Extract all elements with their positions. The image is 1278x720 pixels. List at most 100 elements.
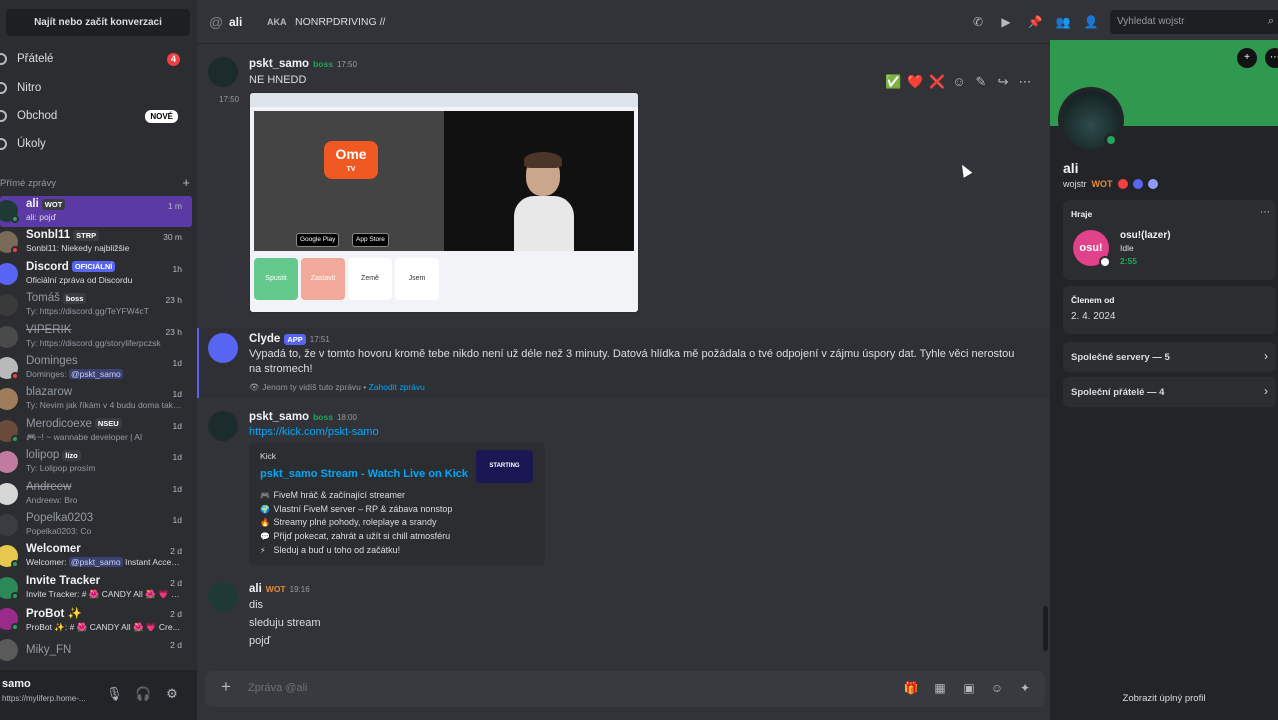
dm-time: 1d [172,420,182,431]
globe-icon: 🌍 [260,504,270,514]
dm-item-miky-fn[interactable]: Miky_FN 2 d [0,635,192,666]
chat-scrollbar[interactable] [1043,606,1048,651]
profile-username-row: wojstr WOT [1063,179,1158,189]
message-input-placeholder[interactable]: Zpráva @ali [248,682,307,694]
nav-quests[interactable]: Úkoly [0,130,192,158]
avatar [0,482,18,505]
dm-item-ali[interactable]: ali WOT ali: pojď 1 m [0,196,192,228]
friends-icon [0,53,7,65]
dm-item-blazarow[interactable]: blazarow Ty: Nevim jak říkám v 4 budu dom… [0,384,192,415]
dm-item-viperik[interactable]: VIPERIK Ty: https://discord.gg/storylifer… [0,322,192,353]
member-since-card: Členem od 2. 4. 2024 [1063,286,1276,334]
dm-name: Discord [26,260,69,273]
activity-more-icon[interactable]: ⋯ [1260,207,1270,218]
user-profile-toggle-icon[interactable]: 👤 [1083,14,1099,30]
create-dm-icon[interactable]: + [182,175,190,190]
message-link[interactable]: https://kick.com/pskt-samo [249,426,379,438]
message-author[interactable]: ali [249,583,262,595]
badge-icon [1117,179,1128,189]
avatar [0,294,18,317]
shop-icon [0,110,7,122]
microphone-icon[interactable]: 🎙 [106,686,123,702]
official-badge: OFICIÁLNÍ [71,261,116,273]
search-input[interactable]: Vyhledat wojstr ⌕ [1110,10,1278,34]
sticker-icon[interactable]: ▣ [961,680,977,696]
message-author[interactable]: pskt_samo [249,411,309,423]
x-reaction-icon[interactable]: ❌ [929,74,945,96]
dm-item-tomas[interactable]: Tomáš boss Ty: https://discord.gg/TeYFW4cT… [0,290,192,321]
avatar [0,451,18,474]
gift-icon[interactable]: 🎁 [903,680,919,696]
more-options-icon[interactable]: ⋯ [1017,74,1033,96]
nav-shop[interactable]: Obchod NOVÉ [0,102,192,130]
dm-item-merodicoexe[interactable]: Merodicoexe NSEU 🎮~! ~ wannabe developer |… [0,416,192,447]
dm-time: 2 d [170,577,182,588]
current-username[interactable]: samo [2,678,31,690]
dm-name: Tomáš [26,292,60,305]
add-friend-icon[interactable]: + [1237,48,1257,68]
dm-item-lolipop[interactable]: lolipop lízo Ty: Lolipop prosím 1d [0,447,192,478]
heart-reaction-icon[interactable]: ❤️ [907,74,923,96]
dm-item-andreew[interactable]: Andreew Andreew: Bro 1d [0,479,192,510]
dm-item-dominges[interactable]: Dominges Dominges: @pskt_samo 1d [0,353,192,384]
dm-item-discord[interactable]: Discord OFICIÁLNÍ Oficiální zpráva od Disc… [0,259,192,290]
profile-avatar[interactable] [1058,87,1124,153]
clyde-avatar [208,333,238,363]
dm-item-welcomer[interactable]: Welcomer Welcomer: @pskt_samo Instant Acc… [0,541,192,572]
dm-preview: Ty: Nevim jak říkám v 4 budu doma takže.… [26,400,182,411]
app-store-badge: App Store [352,233,389,247]
dismiss-message-link[interactable]: Zahodit zprávu [369,382,425,392]
embed-line-text: FiveM hráč & začínající streamer [273,490,406,500]
avatar[interactable] [208,582,238,612]
dm-preview: Sonbl11: Niekedy najbližšie [26,243,130,254]
phone-call-icon[interactable]: ✆ [970,14,986,30]
dm-item-sonbl11[interactable]: Sonbl11 STRP Sonbl11: Niekedy najbližšie 3… [0,227,192,258]
video-call-icon[interactable]: ▶ [998,14,1014,30]
message-header: ali WOT 19:16 [249,583,310,595]
nav-friends-label: Přátelé [17,53,54,65]
profile-username: wojstr [1063,179,1087,189]
embed-title[interactable]: pskt_samo Stream - Watch Live on Kick [260,468,468,480]
avatar[interactable] [208,57,238,87]
gif-icon[interactable]: ▦ [932,680,948,696]
upload-plus-icon[interactable]: + [217,678,235,696]
emoji-icon[interactable]: ☺ [989,680,1005,696]
search-icon: ⌕ [1267,15,1274,27]
mutual-servers-row[interactable]: Společné servery — 5 › [1063,342,1276,372]
forward-icon[interactable]: ↪ [995,74,1011,96]
mutual-servers-label: Společné servery — 5 [1071,352,1170,363]
pin-icon[interactable]: 📌 [1027,14,1043,30]
check-reaction-icon[interactable]: ✅ [885,74,901,96]
embed-thumbnail[interactable]: STARTING [476,450,533,483]
add-friends-to-dm-icon[interactable]: 👥 [1055,14,1071,30]
dm-item-invite-tracker[interactable]: Invite Tracker Invite Tracker: # 🌺 CANDY … [0,573,192,604]
add-reaction-icon[interactable]: ☺ [951,74,967,96]
more-options-icon[interactable]: ⋯ [1265,48,1278,68]
gear-icon[interactable]: ⚙ [164,686,180,702]
apps-icon[interactable]: ✦ [1017,680,1033,696]
view-full-profile-button[interactable]: Zobrazit úplný profil [1050,693,1278,704]
nav-friends[interactable]: Přátelé 4 [0,45,192,73]
dm-preview: Ty: https://discord.gg/TeYFW4cT [26,306,149,317]
quests-icon [0,138,7,150]
status-online-icon [11,560,19,569]
message-author[interactable]: pskt_samo [249,58,309,70]
badge-icon [1132,179,1143,189]
find-conversation-button[interactable]: Najít nebo začít konverzaci [6,9,190,36]
headphones-icon[interactable]: 🎧 [135,686,151,702]
speech-bubble-icon: 💬 [260,532,270,542]
dm-time: 23 h [165,326,182,337]
dm-item-probot[interactable]: ProBot ✨ ProBot ✨: # 🌺 CANDY All 🌺 💗 Cre.… [0,604,192,635]
game-state: Idle [1120,243,1134,253]
nav-nitro[interactable]: Nitro [0,74,192,102]
message-timestamp: 18:00 [336,412,357,422]
image-attachment[interactable]: Ome TV Google Play App Store Spustit Zast… [249,92,639,313]
ephemeral-label: Jenom ty vidíš tuto zprávu • [262,382,367,392]
dm-item-popelka0203[interactable]: Popelka0203 Popelka0203: Co 1d [0,510,192,541]
message-text: sleduju stream [249,617,321,629]
message-author[interactable]: Clyde [249,333,280,345]
mutual-friends-row[interactable]: Společní přátelé — 4 › [1063,377,1276,407]
message-composer[interactable]: + Zpráva @ali 🎁 ▦ ▣ ☺ ✦ [205,671,1045,707]
edit-icon[interactable]: ✎ [973,74,989,96]
avatar[interactable] [208,411,238,441]
